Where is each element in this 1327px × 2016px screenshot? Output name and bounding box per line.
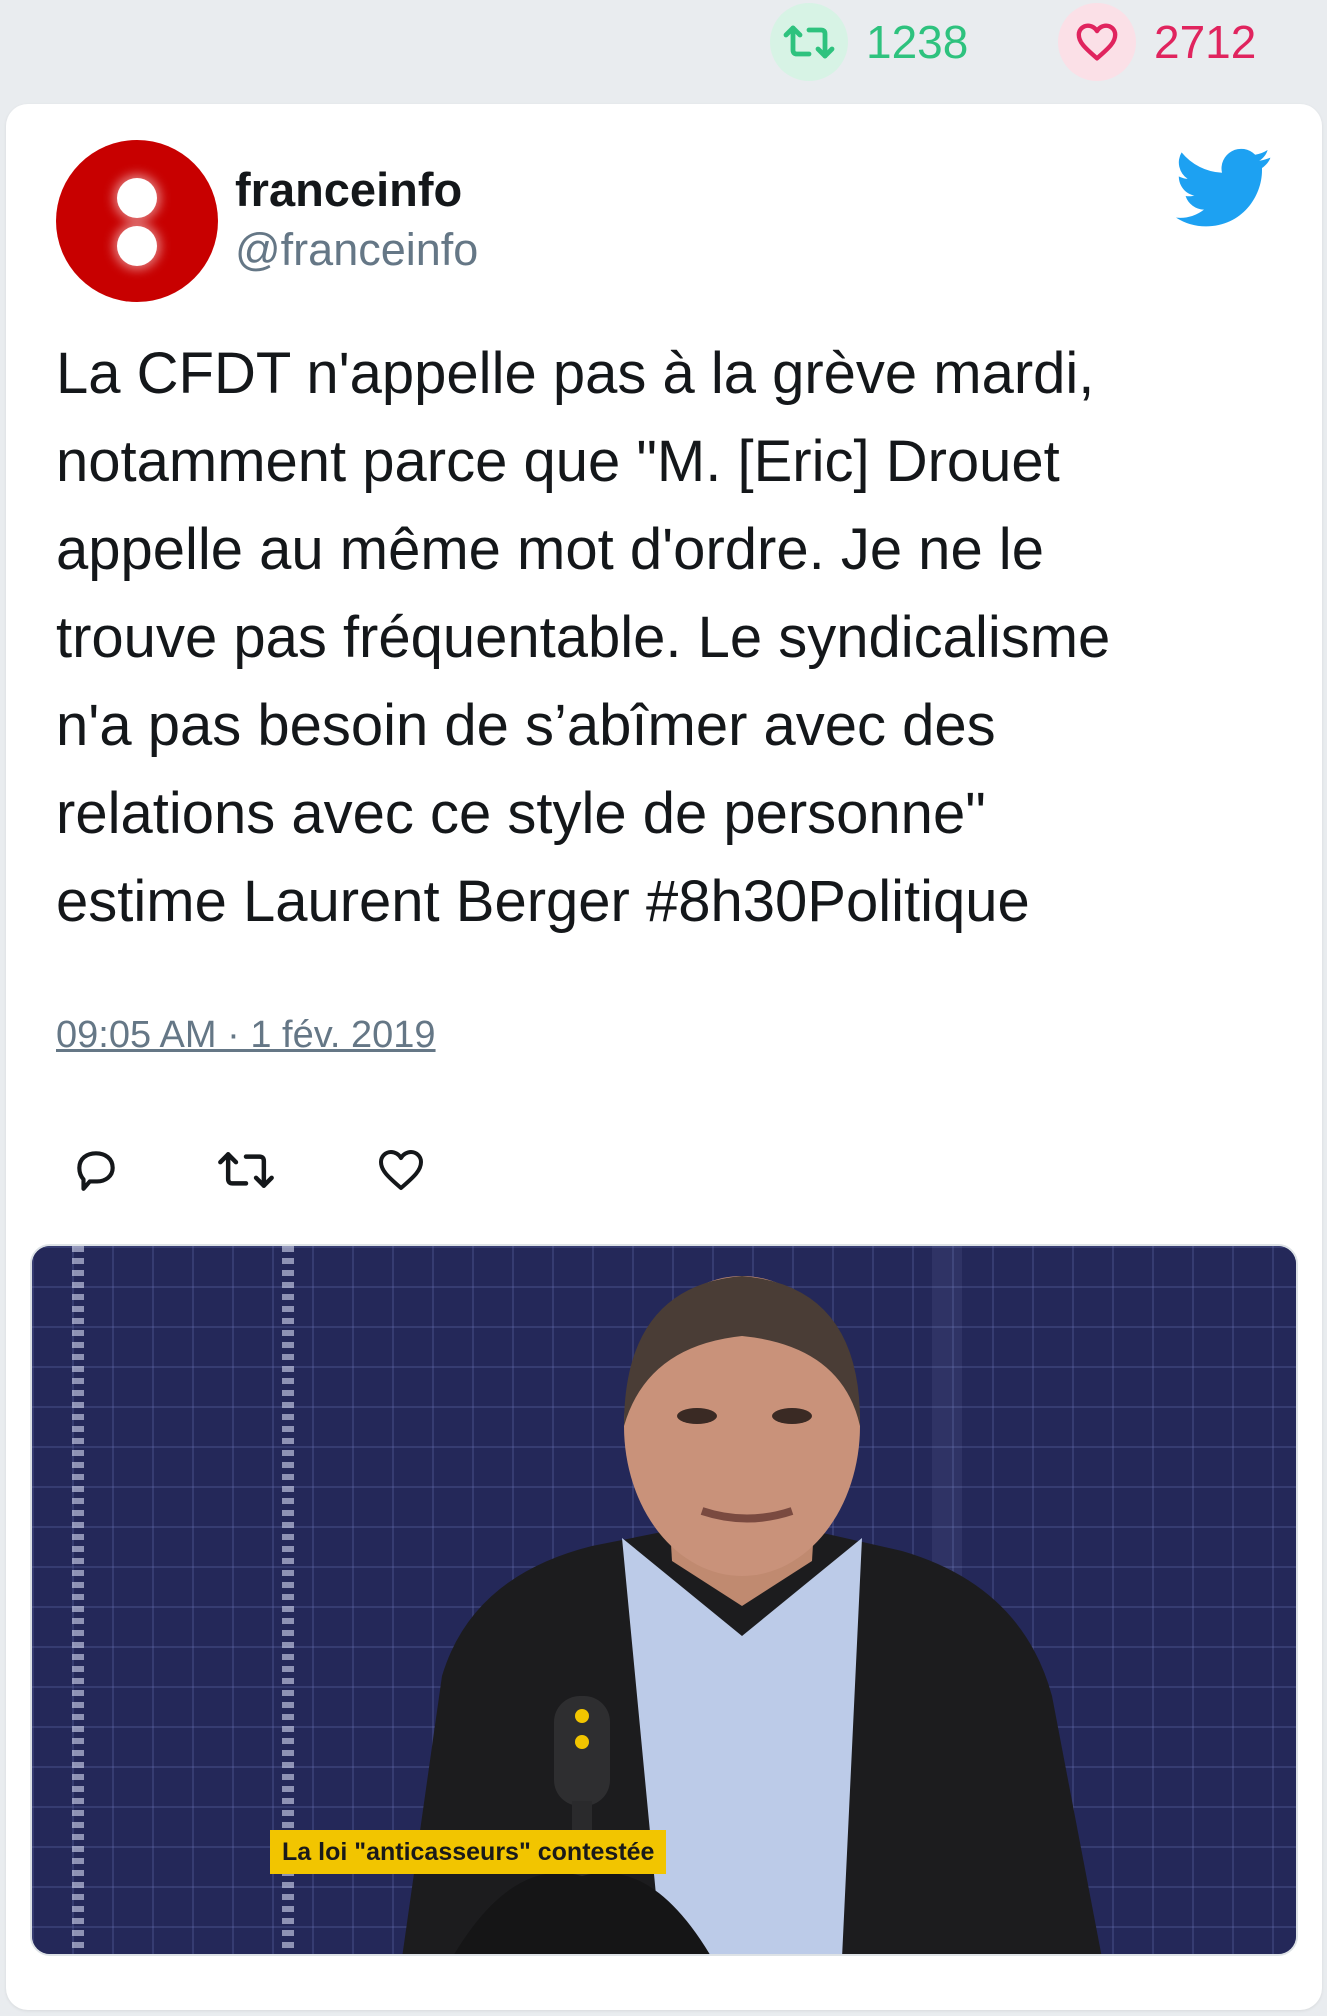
logo-dot [117,226,157,266]
retweet-icon [218,1152,274,1188]
backdrop-light-strip [72,1246,84,1954]
reply-button[interactable] [66,1140,126,1200]
logo-dot [117,178,157,218]
user-handle[interactable]: @franceinfo [235,224,478,276]
reply-icon [77,1151,115,1191]
stats-bar: 1238 2712 [0,0,1327,100]
tweet-timestamp[interactable]: 09:05 AM · 1 fév. 2019 [56,1014,436,1057]
like-button[interactable] [371,1140,431,1200]
twitter-bird-icon[interactable] [1176,148,1272,228]
tweet-text: La CFDT n'appelle pas à la grève mardi, … [56,341,1111,934]
display-name[interactable]: franceinfo [235,162,462,217]
retweet-icon [770,3,848,81]
like-stat[interactable]: 2712 [1058,3,1257,81]
retweet-count: 1238 [866,16,969,68]
retweet-button[interactable] [216,1140,276,1200]
retweet-stat[interactable]: 1238 [770,3,969,81]
like-count: 2712 [1154,16,1257,68]
avatar[interactable] [56,140,218,302]
video-caption: La loi "anticasseurs" contestée [270,1830,667,1874]
tweet-card: franceinfo @franceinfo La CFDT n'appelle… [6,104,1322,2010]
tweet-media[interactable]: La loi "anticasseurs" contestée [30,1244,1298,1956]
heart-icon [1058,3,1136,81]
heart-icon [379,1150,423,1190]
